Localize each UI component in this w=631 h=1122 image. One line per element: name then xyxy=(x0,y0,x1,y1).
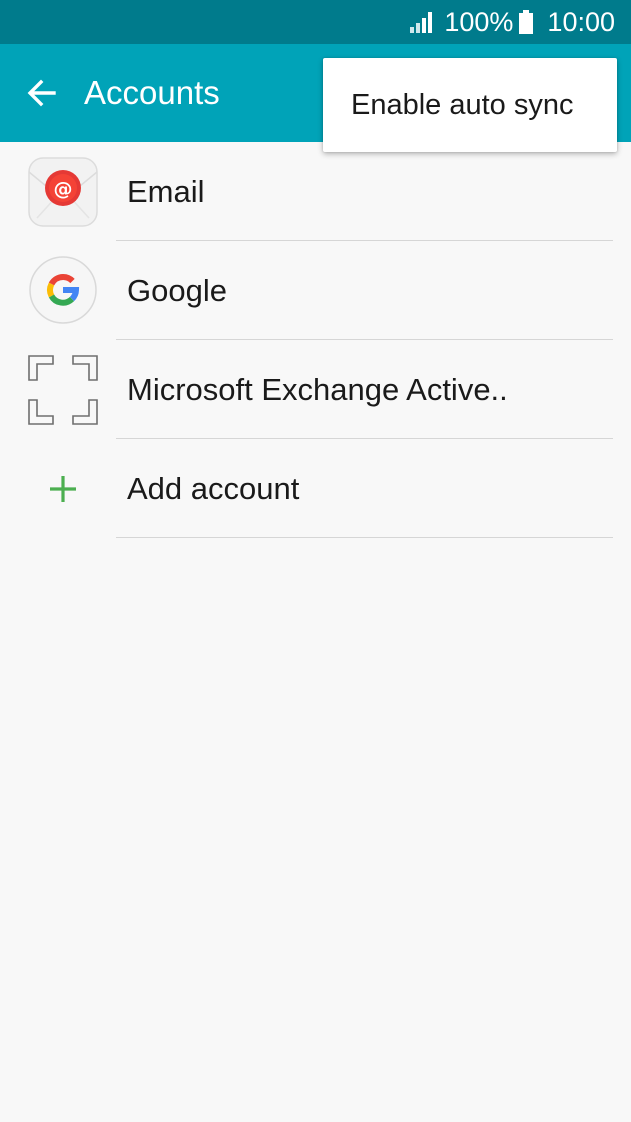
account-label-google: Google xyxy=(127,272,227,308)
plus-icon xyxy=(27,453,99,525)
account-row-google[interactable]: Google xyxy=(0,241,631,340)
page-title: Accounts xyxy=(84,74,220,111)
status-bar: 100% 10:00 xyxy=(0,0,631,44)
menu-item-enable-auto-sync[interactable]: Enable auto sync xyxy=(323,58,617,152)
email-icon: @ xyxy=(27,156,99,228)
account-row-email[interactable]: @ Email xyxy=(0,142,631,241)
exchange-icon xyxy=(27,354,99,426)
divider xyxy=(116,537,613,538)
signal-icon xyxy=(410,12,433,33)
battery-icon xyxy=(519,10,534,34)
account-list: @ Email Google Microsoft Exchange Active… xyxy=(0,142,631,538)
svg-text:@: @ xyxy=(54,178,73,200)
back-button[interactable] xyxy=(0,44,84,142)
back-arrow-icon xyxy=(27,79,56,107)
account-label-exchange: Microsoft Exchange Active.. xyxy=(127,371,508,407)
account-row-exchange[interactable]: Microsoft Exchange Active.. xyxy=(0,340,631,439)
add-account-label: Add account xyxy=(127,470,300,506)
google-icon xyxy=(27,255,99,327)
clock: 10:00 xyxy=(547,6,615,37)
add-account-row[interactable]: Add account xyxy=(0,439,631,538)
overflow-popup-menu: Enable auto sync xyxy=(323,58,617,152)
account-label-email: Email xyxy=(127,173,205,209)
battery-percent: 100% xyxy=(444,6,514,37)
